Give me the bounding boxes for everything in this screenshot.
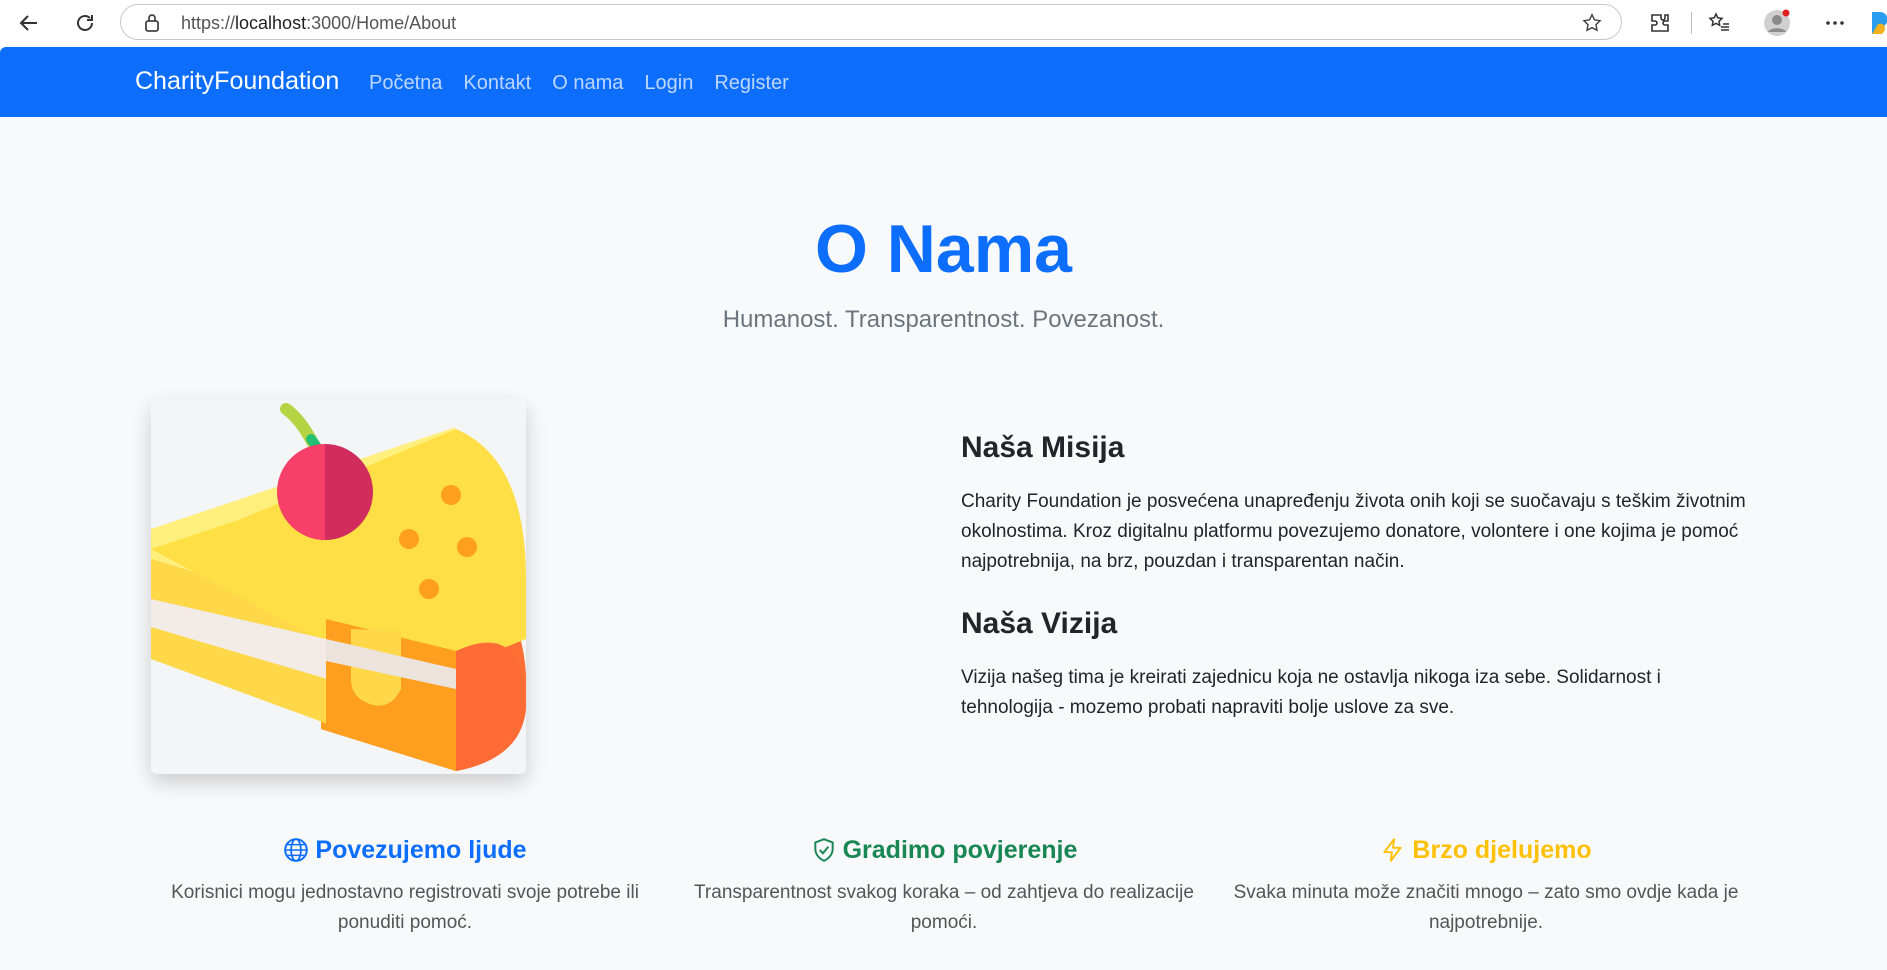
mission-heading: Naša Misija xyxy=(961,431,1125,464)
feature-trust-title: Gradimo povjerenje xyxy=(842,835,1078,864)
back-icon[interactable] xyxy=(14,8,44,38)
nav-links: Početna Kontakt O nama Login Register xyxy=(369,72,810,95)
copilot-icon[interactable] xyxy=(1872,10,1887,36)
vision-text: Vizija našeg tima je kreirati zajednicu … xyxy=(961,667,1661,718)
profile-avatar-icon[interactable] xyxy=(1762,8,1792,38)
brand-link[interactable]: CharityFoundation xyxy=(135,67,339,96)
vision-heading: Naša Vizija xyxy=(961,607,1118,640)
nav-link-kontakt[interactable]: Kontakt xyxy=(463,72,531,95)
toolbar-divider xyxy=(1691,12,1692,34)
browser-toolbar: https://localhost:3000/Home/About xyxy=(0,0,1887,46)
nav-link-register[interactable]: Register xyxy=(714,72,788,95)
reload-icon[interactable] xyxy=(70,8,100,38)
extensions-icon[interactable] xyxy=(1645,8,1675,38)
url-text[interactable]: https://localhost:3000/Home/About xyxy=(181,13,456,34)
lock-icon[interactable] xyxy=(143,13,161,38)
feature-connect-title: Povezujemo ljude xyxy=(315,835,527,864)
shield-check-icon xyxy=(813,838,834,862)
nav-link-pocetna[interactable]: Početna xyxy=(369,72,442,95)
favorite-star-icon[interactable] xyxy=(1581,12,1603,39)
feature-fast-text: Svaka minuta može značiti mnogo – zato s… xyxy=(1233,882,1739,933)
cake-illustration xyxy=(151,399,526,774)
nav-link-login[interactable]: Login xyxy=(644,72,693,95)
feature-fast-title: Brzo djelujemo xyxy=(1412,835,1592,864)
feature-fast: Brzo djelujemo Svaka minuta može značiti… xyxy=(1226,832,1746,938)
site-navbar: CharityFoundation Početna Kontakt O nama… xyxy=(0,47,1887,117)
nav-link-o-nama[interactable]: O nama xyxy=(552,72,623,95)
feature-trust: Gradimo povjerenje Transparentnost svako… xyxy=(684,832,1204,938)
page-title: O Nama xyxy=(815,211,1072,287)
address-bar[interactable]: https://localhost:3000/Home/About xyxy=(120,4,1622,40)
feature-connect-heading: Povezujemo ljude xyxy=(145,832,665,868)
feature-connect-text: Korisnici mogu jednostavno registrovati … xyxy=(171,882,639,933)
mission-text: Charity Foundation je posvećena unapređe… xyxy=(961,491,1746,572)
favorites-icon[interactable] xyxy=(1705,8,1735,38)
feature-fast-heading: Brzo djelujemo xyxy=(1226,832,1746,868)
feature-trust-heading: Gradimo povjerenje xyxy=(684,832,1204,868)
page-subtitle: Humanost. Transparentnost. Povezanost. xyxy=(722,306,1165,333)
globe-icon xyxy=(284,838,309,862)
feature-connect: Povezujemo ljude Korisnici mogu jednosta… xyxy=(145,832,665,938)
more-options-icon[interactable] xyxy=(1820,8,1850,38)
feature-trust-text: Transparentnost svakog koraka – od zahtj… xyxy=(694,882,1194,933)
lightning-icon xyxy=(1383,838,1402,862)
